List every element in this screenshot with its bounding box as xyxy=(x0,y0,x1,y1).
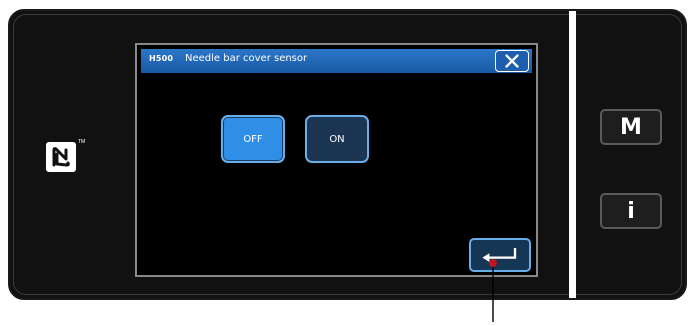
touch-screen: H500 Needle bar cover sensor OFF ON xyxy=(135,43,538,277)
enter-button[interactable] xyxy=(469,238,531,272)
trademark-mark: TM xyxy=(78,139,86,145)
dialog-code: H500 xyxy=(149,54,174,63)
close-button[interactable] xyxy=(495,50,529,72)
panel-divider xyxy=(569,11,576,298)
on-button-label: ON xyxy=(329,133,345,145)
dialog-title: Needle bar cover sensor xyxy=(185,53,308,64)
info-button-label: i xyxy=(627,198,635,224)
menu-button[interactable]: M xyxy=(600,109,662,145)
operation-panel: TM H500 Needle bar cover sensor OFF ON M xyxy=(8,9,687,300)
menu-button-label: M xyxy=(620,114,642,140)
info-button[interactable]: i xyxy=(600,193,662,229)
dialog-header: H500 Needle bar cover sensor xyxy=(141,49,532,73)
enter-icon xyxy=(482,247,517,263)
on-button[interactable]: ON xyxy=(305,115,369,163)
off-button[interactable]: OFF xyxy=(221,115,285,163)
close-icon xyxy=(505,54,519,68)
off-button-label: OFF xyxy=(243,133,263,145)
nfc-icon xyxy=(46,142,76,172)
